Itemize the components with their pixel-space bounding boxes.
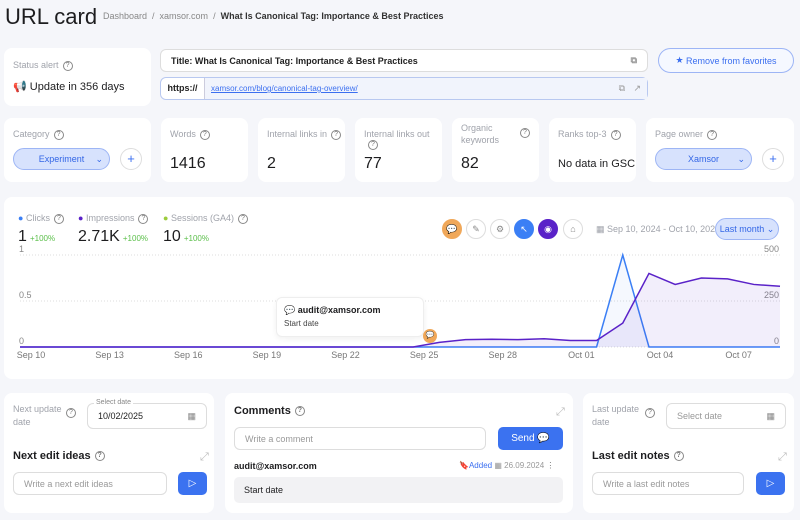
next-update-label: Next update date xyxy=(13,404,62,427)
comments-card: Comments? ⤢ Write a comment Send 💬 audit… xyxy=(225,393,573,513)
last-update-label: Last update date xyxy=(592,404,640,427)
x-tick: Sep 16 xyxy=(174,350,203,360)
more-icon[interactable]: ⋮ xyxy=(546,461,554,470)
bookmark-icon: 🔖 xyxy=(459,461,469,470)
next-ideas-input[interactable]: Write a next edit ideas xyxy=(13,472,167,495)
expand-icon[interactable]: ⤢ xyxy=(200,451,209,464)
calendar-icon: ▦ xyxy=(187,410,196,421)
y-left-tick: 0.5 xyxy=(19,290,32,300)
expand-icon[interactable]: ⤢ xyxy=(556,406,565,419)
last-update-date-input[interactable]: Select date ▦ xyxy=(666,403,786,429)
send-note-button[interactable]: ▷ xyxy=(756,472,785,495)
last-update-card: Last update date? Select date ▦ Last edit… xyxy=(583,393,794,513)
placeholder: Write a next edit ideas xyxy=(24,478,113,489)
placeholder: Select date xyxy=(677,411,723,421)
x-tick: Sep 25 xyxy=(410,350,439,360)
send-idea-button[interactable]: ▷ xyxy=(178,472,207,495)
last-notes-title: Last edit notes xyxy=(592,450,670,462)
calendar-icon: ▦ xyxy=(766,410,775,421)
y-left-tick: 1 xyxy=(19,244,24,254)
comment-icon: 💬 xyxy=(537,433,550,444)
x-tick: Oct 07 xyxy=(725,350,752,360)
help-icon[interactable]: ? xyxy=(94,451,105,462)
comment-user: audit@xamsor.com xyxy=(234,461,317,471)
x-tick: Oct 01 xyxy=(568,350,595,360)
placeholder: Write a comment xyxy=(245,433,313,444)
next-update-date-input[interactable]: Select date 10/02/2025 ▦ xyxy=(87,399,207,429)
comments-title: Comments xyxy=(234,405,291,417)
comment-text: Start date xyxy=(234,477,563,503)
comment-input[interactable]: Write a comment xyxy=(234,427,486,450)
date-value: 10/02/2025 xyxy=(98,411,144,421)
send-icon: ▷ xyxy=(766,478,775,489)
x-tick: Oct 04 xyxy=(647,350,674,360)
expand-icon[interactable]: ⤢ xyxy=(778,451,787,464)
placeholder: Write a last edit notes xyxy=(603,478,690,489)
send-comment-button[interactable]: Send 💬 xyxy=(498,427,563,450)
comment-status: Added xyxy=(468,461,493,470)
help-icon[interactable]: ? xyxy=(294,406,305,417)
x-tick: Sep 10 xyxy=(17,350,46,360)
help-icon[interactable]: ? xyxy=(645,408,655,418)
x-tick: Sep 28 xyxy=(488,350,517,360)
y-left-tick: 0 xyxy=(19,336,24,346)
x-tick: Sep 22 xyxy=(331,350,360,360)
send-icon: ▷ xyxy=(188,478,197,489)
help-icon[interactable]: ? xyxy=(66,408,76,418)
button-label: Send xyxy=(511,433,535,444)
tooltip-text: Start date xyxy=(284,319,319,328)
last-notes-input[interactable]: Write a last edit notes xyxy=(592,472,744,495)
next-ideas-title: Next edit ideas xyxy=(13,450,91,462)
select-date-label: Select date xyxy=(94,399,134,406)
next-update-card: Next update date? Select date 10/02/2025 ▦… xyxy=(4,393,214,513)
help-icon[interactable]: ? xyxy=(673,451,684,462)
x-tick: Sep 13 xyxy=(95,350,124,360)
tooltip-user: audit@xamsor.com xyxy=(297,305,381,315)
comment-icon: 💬 xyxy=(284,305,296,315)
x-tick: Sep 19 xyxy=(253,350,282,360)
comment-marker-icon[interactable]: 💬 xyxy=(423,329,437,343)
comment-date: 26.09.2024 xyxy=(504,461,545,470)
y-right-tick: 500 xyxy=(764,244,779,254)
comment-tooltip: 💬 audit@xamsor.com Start date xyxy=(276,297,424,337)
